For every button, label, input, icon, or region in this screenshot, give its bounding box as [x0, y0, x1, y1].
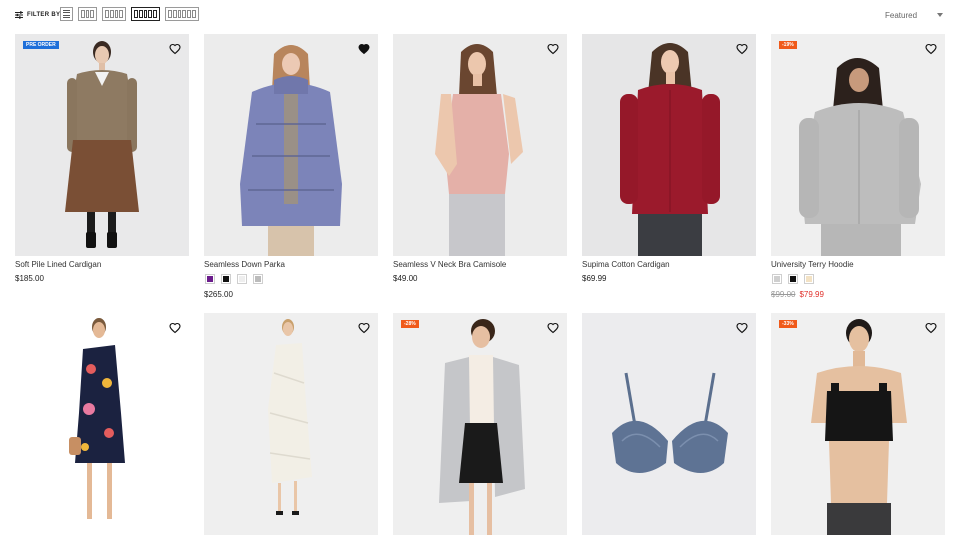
product-original-price: $99.00 [771, 290, 796, 299]
product-image[interactable] [204, 34, 378, 256]
product-card[interactable] [204, 313, 378, 537]
product-image[interactable] [582, 313, 756, 535]
product-badge: -28% [401, 320, 419, 328]
product-photo-model [799, 58, 921, 256]
wishlist-heart-icon[interactable] [169, 42, 181, 55]
product-photo-model [240, 45, 342, 256]
product-card[interactable]: -33% [771, 313, 945, 537]
product-card[interactable]: -28% [393, 313, 567, 537]
product-badge: PRE ORDER [23, 41, 59, 49]
product-photo-model [268, 319, 312, 515]
color-swatch[interactable] [788, 274, 798, 284]
product-photo-model [65, 41, 139, 248]
grid-view-2-columns[interactable] [78, 7, 97, 21]
product-card[interactable] [582, 313, 756, 537]
product-card[interactable]: -19% University Terry Hoodie $99.00 $79.9… [771, 34, 945, 313]
toolbar: FILTER BY Featured [0, 0, 960, 30]
wishlist-heart-icon[interactable] [547, 42, 559, 55]
wishlist-heart-icon[interactable] [358, 321, 370, 334]
product-name[interactable]: Seamless V Neck Bra Camisole [393, 260, 506, 269]
product-image[interactable] [393, 34, 567, 256]
color-swatch[interactable] [237, 274, 247, 284]
product-card[interactable] [15, 313, 189, 537]
sort-select[interactable]: Featured [885, 9, 945, 21]
product-sale-price: $79.99 [799, 290, 824, 299]
grid-view-toggles [60, 7, 199, 21]
product-name[interactable]: Soft Pile Lined Cardigan [15, 260, 101, 269]
color-swatch[interactable] [804, 274, 814, 284]
product-image[interactable]: -28% [393, 313, 567, 535]
grid-view-1-column[interactable] [60, 7, 73, 21]
filter-by-button[interactable]: FILTER BY [15, 8, 60, 22]
product-card[interactable]: PRE ORDER Soft Pile Lined Cardigan $185.… [15, 34, 189, 313]
product-photo-model [620, 43, 720, 256]
product-price-group: $99.00 $79.99 [771, 290, 824, 299]
product-image[interactable] [204, 313, 378, 535]
product-photo-model [811, 319, 907, 535]
product-image[interactable] [15, 313, 189, 535]
product-card[interactable]: Seamless Down Parka $265.00 [204, 34, 378, 313]
color-swatch[interactable] [253, 274, 263, 284]
wishlist-heart-icon[interactable] [169, 321, 181, 334]
product-grid: PRE ORDER Soft Pile Lined Cardigan $185.… [15, 34, 945, 537]
sort-selected-value: Featured [885, 10, 918, 20]
grid-view-4-columns[interactable] [131, 7, 160, 21]
product-card[interactable]: Supima Cotton Cardigan $69.99 [582, 34, 756, 313]
wishlist-heart-icon[interactable] [547, 321, 559, 334]
product-image[interactable]: -19% [771, 34, 945, 256]
color-swatch[interactable] [221, 274, 231, 284]
product-photo-model [69, 318, 125, 519]
color-swatches [772, 274, 814, 284]
product-name[interactable]: University Terry Hoodie [771, 260, 854, 269]
product-price: $69.99 [582, 274, 607, 283]
product-photo-model [439, 319, 525, 535]
product-badge: -19% [779, 41, 797, 49]
product-photo-model [435, 44, 523, 256]
wishlist-heart-icon[interactable] [736, 321, 748, 334]
product-badge: -33% [779, 320, 797, 328]
filter-sliders-icon [15, 11, 23, 19]
wishlist-heart-icon[interactable] [925, 42, 937, 55]
product-photo-bra [612, 372, 728, 473]
color-swatch[interactable] [205, 274, 215, 284]
grid-view-3-columns[interactable] [102, 7, 126, 21]
product-image[interactable]: PRE ORDER [15, 34, 189, 256]
product-image[interactable]: -33% [771, 313, 945, 535]
product-card[interactable]: Seamless V Neck Bra Camisole $49.00 [393, 34, 567, 313]
wishlist-heart-filled-icon[interactable] [358, 42, 370, 55]
product-price: $49.00 [393, 274, 418, 283]
product-image[interactable] [582, 34, 756, 256]
color-swatch[interactable] [772, 274, 782, 284]
wishlist-heart-icon[interactable] [925, 321, 937, 334]
product-price: $185.00 [15, 274, 44, 283]
grid-view-5-columns[interactable] [165, 7, 199, 21]
product-price: $265.00 [204, 290, 233, 299]
product-name[interactable]: Supima Cotton Cardigan [582, 260, 670, 269]
product-name[interactable]: Seamless Down Parka [204, 260, 285, 269]
wishlist-heart-icon[interactable] [736, 42, 748, 55]
color-swatches [205, 274, 263, 284]
chevron-down-icon [937, 13, 943, 17]
filter-by-label: FILTER BY [27, 12, 61, 18]
